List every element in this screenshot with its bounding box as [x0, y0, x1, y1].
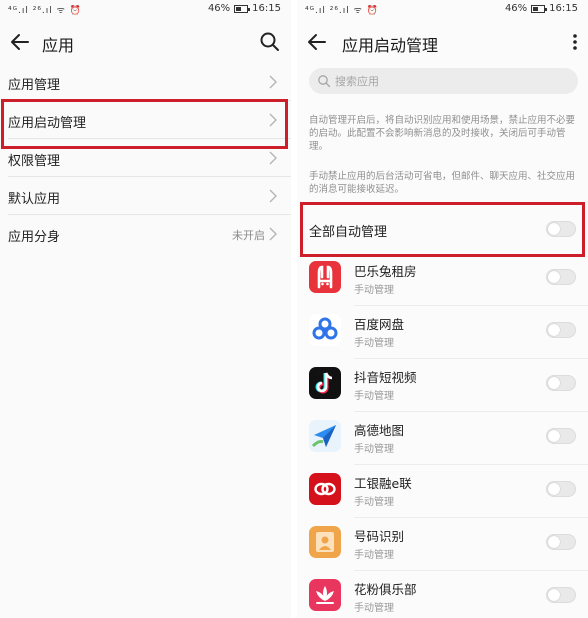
- app-launch-toggle[interactable]: [546, 481, 576, 497]
- menu-item-label: 应用管理: [8, 78, 61, 93]
- app-launch-toggle[interactable]: [546, 534, 576, 550]
- toggle-knob: [548, 324, 560, 336]
- app-twin-status: 未开启: [232, 229, 265, 242]
- battery-icon: [531, 4, 548, 13]
- all-auto-management-label: 全部自动管理: [309, 225, 388, 240]
- menu-item-label: 权限管理: [8, 154, 61, 169]
- manual-management-note: 手动禁止应用的后台活动可省电，但邮件、聊天应用、社交应用的消息可能接收延迟。: [309, 171, 576, 195]
- search-icon[interactable]: [259, 30, 281, 54]
- app-launch-toggle[interactable]: [546, 428, 576, 444]
- battery-icon: [234, 4, 251, 13]
- icbc-rongelian-icon: [309, 473, 341, 505]
- menu-item-default-apps[interactable]: 默认应用: [0, 177, 291, 215]
- douyin-note-icon: [309, 367, 341, 399]
- app-launch-toggle[interactable]: [546, 375, 576, 391]
- amap-arrow-icon: [309, 420, 341, 452]
- battery-percent: 46%: [207, 3, 231, 14]
- huafen-club-flower-icon: [309, 579, 341, 611]
- baidu-netdisk-icon: [309, 314, 341, 346]
- baletu-rabbit-icon: [309, 261, 341, 293]
- app-launch-toggle[interactable]: [546, 322, 576, 338]
- battery-percent: 46%: [504, 3, 528, 14]
- menu-item-app-twin[interactable]: 应用分身 未开启: [0, 215, 291, 253]
- app-mode: 手动管理: [354, 603, 394, 614]
- app-name: 号码识别: [354, 529, 405, 544]
- toggle-knob: [548, 536, 560, 548]
- app-header: 应用启动管理: [297, 24, 588, 62]
- menu-item-label: 应用分身: [8, 230, 61, 245]
- signal-indicators: ⁴ᴳ.ıl ²⁶.ıl ᯤ ⏰: [8, 6, 82, 16]
- left-screen: ⁴ᴳ.ıl ²⁶.ıl ᯤ ⏰ 46% 16:15 应用 应用管理 应用启动管理…: [0, 0, 291, 618]
- chevron-right-icon: [269, 227, 277, 241]
- app-row-huafen-club[interactable]: 花粉俱乐部 手动管理: [297, 571, 588, 618]
- app-header: 应用: [0, 24, 291, 62]
- toggle-knob: [548, 377, 560, 389]
- chevron-right-icon: [269, 151, 277, 165]
- toggle-knob: [548, 589, 560, 601]
- status-bar: ⁴ᴳ.ıl ²⁶.ıl ᯤ ⏰ 46% 16:15: [0, 0, 291, 20]
- app-name: 高德地图: [354, 423, 405, 438]
- app-mode: 手动管理: [354, 391, 394, 402]
- app-name: 百度网盘: [354, 317, 405, 332]
- search-input[interactable]: [335, 72, 565, 90]
- app-mode: 手动管理: [354, 550, 394, 561]
- app-name: 工银融e联: [354, 476, 412, 491]
- app-launch-toggle[interactable]: [546, 269, 576, 285]
- menu-item-label: 应用启动管理: [8, 116, 87, 131]
- page-title: 应用启动管理: [342, 36, 439, 55]
- app-row-icbc-rongelian[interactable]: 工银融e联 手动管理: [297, 465, 588, 518]
- caller-id-icon: [309, 526, 341, 558]
- app-launch-toggle[interactable]: [546, 587, 576, 603]
- app-mode: 手动管理: [354, 497, 394, 508]
- app-mode: 手动管理: [354, 338, 394, 349]
- app-name: 巴乐兔租房: [354, 264, 417, 279]
- menu-item-label: 默认应用: [8, 192, 61, 207]
- toggle-knob: [548, 271, 560, 283]
- app-mode: 手动管理: [354, 444, 394, 455]
- status-bar: ⁴ᴳ.ıl ²⁶.ıl ᯤ ⏰ 46% 16:15: [297, 0, 588, 20]
- back-arrow-icon[interactable]: [305, 28, 329, 56]
- chevron-right-icon: [269, 75, 277, 89]
- more-options-icon[interactable]: [570, 30, 580, 54]
- all-auto-management-toggle[interactable]: [546, 221, 576, 237]
- page-title: 应用: [42, 36, 75, 55]
- signal-indicators: ⁴ᴳ.ıl ²⁶.ıl ᯤ ⏰: [305, 6, 379, 16]
- app-name: 花粉俱乐部: [354, 582, 417, 597]
- app-row-douyin[interactable]: 抖音短视频 手动管理: [297, 359, 588, 412]
- app-row-baletu[interactable]: 巴乐兔租房 手动管理: [297, 253, 588, 306]
- menu-item-permission-management[interactable]: 权限管理: [0, 139, 291, 177]
- app-mode: 手动管理: [354, 285, 394, 296]
- toggle-knob: [548, 430, 560, 442]
- clock: 16:15: [549, 3, 578, 14]
- back-arrow-icon[interactable]: [8, 28, 32, 56]
- app-row-caller-id[interactable]: 号码识别 手动管理: [297, 518, 588, 571]
- chevron-right-icon: [269, 189, 277, 203]
- auto-management-description: 自动管理开启后，将自动识别应用和使用场景，禁止应用不必要的启动。此配置不会影响新…: [309, 115, 576, 152]
- all-auto-management-row[interactable]: 全部自动管理: [303, 207, 586, 251]
- search-bar[interactable]: [309, 68, 578, 94]
- app-row-baidu-netdisk[interactable]: 百度网盘 手动管理: [297, 306, 588, 359]
- search-icon: [318, 75, 331, 88]
- clock: 16:15: [252, 3, 281, 14]
- menu-item-app-launch-management[interactable]: 应用启动管理: [0, 101, 291, 139]
- app-row-amap[interactable]: 高德地图 手动管理: [297, 412, 588, 465]
- toggle-knob: [548, 223, 560, 235]
- right-screen: ⁴ᴳ.ıl ²⁶.ıl ᯤ ⏰ 46% 16:15 应用启动管理 自动管理开启后…: [297, 0, 588, 618]
- toggle-knob: [548, 483, 560, 495]
- app-name: 抖音短视频: [354, 370, 417, 385]
- chevron-right-icon: [269, 113, 277, 127]
- menu-item-app-management[interactable]: 应用管理: [0, 63, 291, 101]
